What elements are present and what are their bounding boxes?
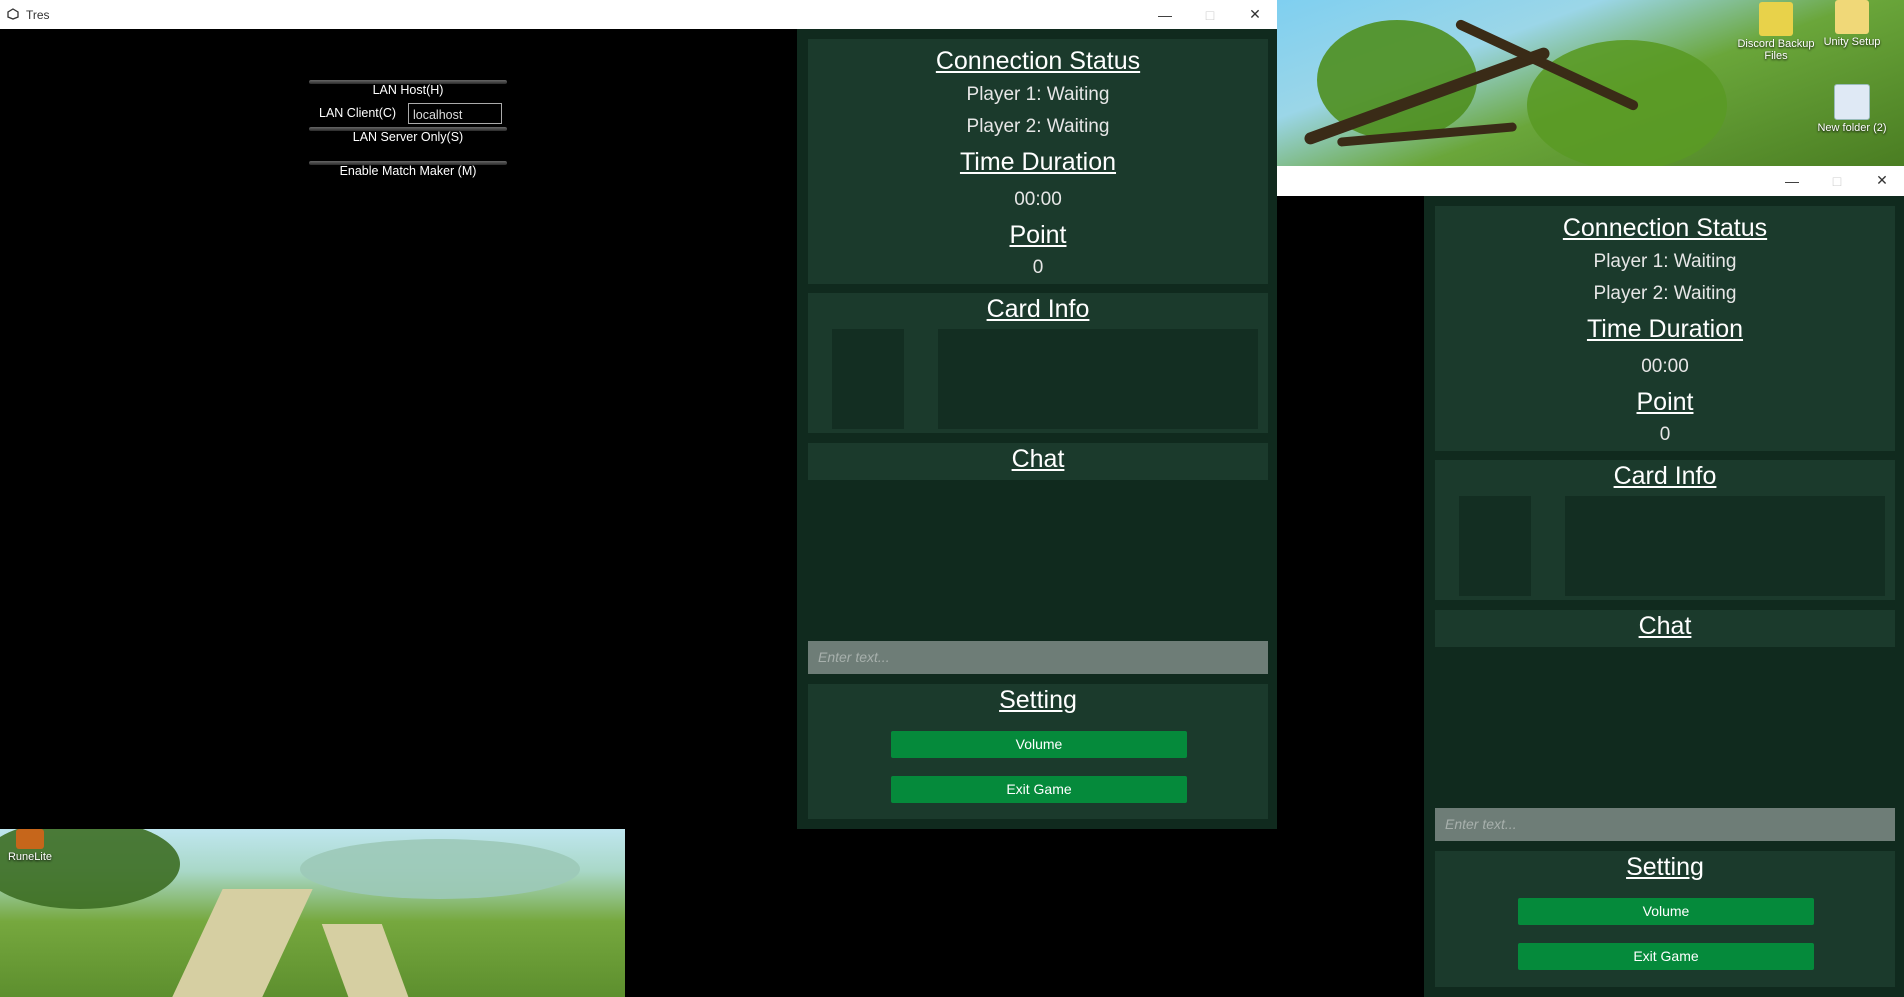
card-info-panel: Card Info <box>1435 460 1895 600</box>
close-button[interactable]: ✕ <box>1233 0 1277 29</box>
point-value: 0 <box>1032 257 1044 278</box>
volume-button[interactable]: Volume <box>891 731 1187 758</box>
desktop-icon-label: New folder (2) <box>1817 122 1887 134</box>
desktop-icon-discord-backup[interactable]: Discord Backup Files <box>1736 2 1816 62</box>
exit-game-button[interactable]: Exit Game <box>891 776 1187 803</box>
connection-status-heading: Connection Status <box>935 47 1141 75</box>
setting-panel: Setting Volume Exit Game <box>1435 851 1895 987</box>
connection-status-panel: Connection Status Player 1: Waiting Play… <box>808 39 1268 284</box>
chat-heading: Chat <box>1011 445 1065 473</box>
desktop-icon-new-folder[interactable]: New folder (2) <box>1812 84 1892 134</box>
button-bar <box>309 80 507 84</box>
chat-heading: Chat <box>1638 612 1692 640</box>
button-bar <box>309 161 507 165</box>
setting-heading: Setting <box>999 686 1077 714</box>
lan-host-label: LAN Host(H) <box>372 83 444 97</box>
window-title: Tres <box>26 8 50 22</box>
runelite-icon <box>16 829 44 849</box>
lan-server-only-button[interactable]: LAN Server Only(S) <box>309 127 507 148</box>
chat-input[interactable]: Enter text... <box>808 641 1268 674</box>
wallpaper-trees <box>300 839 580 899</box>
card-description <box>938 329 1258 429</box>
exit-game-button[interactable]: Exit Game <box>1518 943 1814 970</box>
volume-button[interactable]: Volume <box>1518 898 1814 925</box>
folder-icon <box>1835 0 1869 34</box>
lan-client-row: LAN Client(C) localhost <box>309 103 507 124</box>
unity-logo-icon <box>7 8 19 20</box>
desktop-icon-unity-setup[interactable]: Unity Setup <box>1812 0 1892 48</box>
window-titlebar[interactable]: Tres — □ ✕ <box>0 0 1277 29</box>
button-bar <box>309 127 507 131</box>
point-heading: Point <box>1009 221 1067 249</box>
card-info-panel: Card Info <box>808 293 1268 433</box>
lan-client-button[interactable]: LAN Client(C) <box>319 103 396 124</box>
match-maker-button[interactable]: Enable Match Maker (M) <box>309 161 507 182</box>
desktop-icon-runelite[interactable]: RuneLite <box>0 829 60 863</box>
chat-panel: Chat <box>1435 610 1895 647</box>
point-value: 0 <box>1659 424 1671 445</box>
connection-status-heading: Connection Status <box>1562 214 1768 242</box>
time-value: 00:00 <box>1014 189 1062 210</box>
hud-sidebar: Connection Status Player 1: Waiting Play… <box>1424 196 1904 997</box>
window-titlebar[interactable]: — □ ✕ <box>1277 166 1904 196</box>
time-duration-heading: Time Duration <box>959 148 1117 176</box>
point-heading: Point <box>1636 388 1694 416</box>
minimize-button[interactable]: — <box>1770 166 1814 195</box>
lan-client-address-input[interactable]: localhost <box>408 103 502 124</box>
maximize-button[interactable]: □ <box>1188 0 1232 29</box>
player1-status: Player 1: Waiting <box>966 84 1110 105</box>
desktop-icon-label: Unity Setup <box>1823 36 1881 48</box>
game-window-main[interactable]: Tres — □ ✕ LAN Host(H) LAN Client(C) loc… <box>0 0 1277 829</box>
card-info-heading: Card Info <box>986 295 1090 323</box>
setting-panel: Setting Volume Exit Game <box>808 684 1268 819</box>
hud-sidebar: Connection Status Player 1: Waiting Play… <box>797 29 1277 829</box>
desktop-icon-label: Discord Backup Files <box>1737 38 1815 62</box>
match-maker-label: Enable Match Maker (M) <box>339 164 477 178</box>
time-duration-heading: Time Duration <box>1586 315 1744 343</box>
game-window-second[interactable]: — □ ✕ Connection Status Player 1: Waitin… <box>1277 166 1904 997</box>
minimize-button[interactable]: — <box>1143 0 1187 29</box>
wallpaper-path <box>157 889 313 997</box>
player2-status: Player 2: Waiting <box>1593 283 1737 304</box>
lan-host-button[interactable]: LAN Host(H) <box>309 80 507 101</box>
folder-icon <box>1834 84 1870 120</box>
folder-icon <box>1759 2 1793 36</box>
player2-status: Player 2: Waiting <box>966 116 1110 137</box>
desktop-icon-label: RuneLite <box>7 851 53 863</box>
chat-panel: Chat <box>808 443 1268 480</box>
chat-input[interactable]: Enter text... <box>1435 808 1895 841</box>
time-value: 00:00 <box>1641 356 1689 377</box>
lan-server-only-label: LAN Server Only(S) <box>352 130 464 144</box>
player1-status: Player 1: Waiting <box>1593 251 1737 272</box>
card-description <box>1565 496 1885 596</box>
card-image <box>832 329 904 429</box>
setting-heading: Setting <box>1626 853 1704 881</box>
connection-status-panel: Connection Status Player 1: Waiting Play… <box>1435 206 1895 451</box>
card-image <box>1459 496 1531 596</box>
card-info-heading: Card Info <box>1613 462 1717 490</box>
wallpaper-path <box>321 924 419 997</box>
close-button[interactable]: ✕ <box>1860 166 1904 195</box>
maximize-button[interactable]: □ <box>1815 166 1859 195</box>
desktop-wallpaper-bottom-left <box>0 829 625 997</box>
